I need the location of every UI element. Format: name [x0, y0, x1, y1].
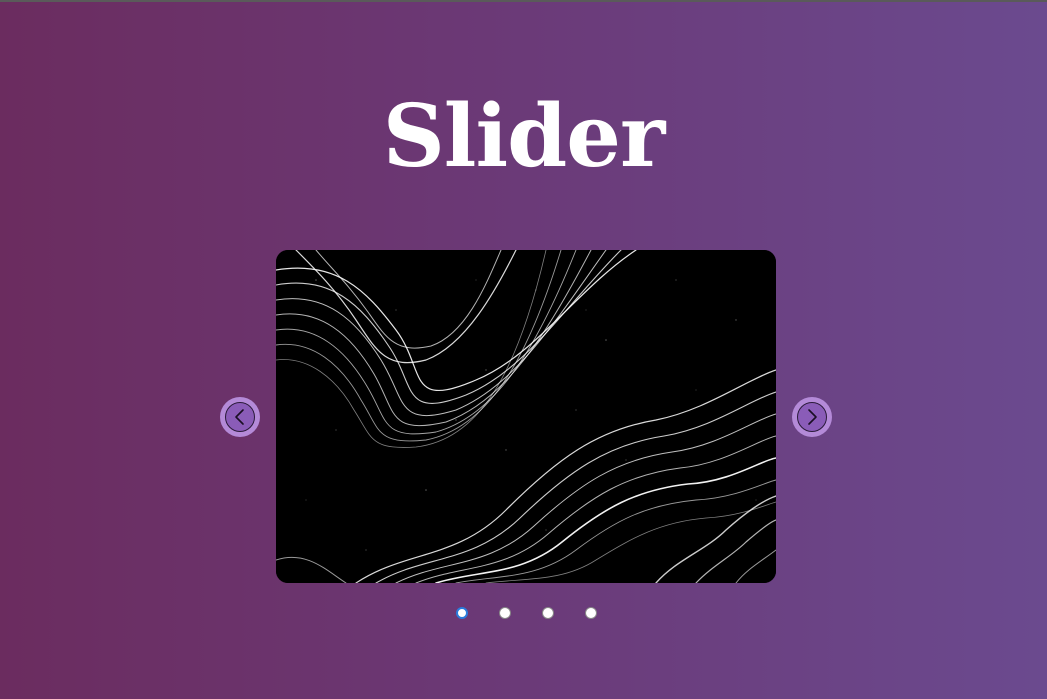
page-title: Slider	[382, 86, 666, 187]
slide-dot-4[interactable]	[585, 607, 597, 619]
slide-indicator-dots	[454, 607, 599, 621]
topographic-waves-image	[276, 250, 776, 583]
slide-image	[276, 250, 776, 583]
chevron-left-icon	[235, 409, 244, 425]
browser-top-edge	[0, 0, 1047, 2]
slide-dot-1[interactable]	[456, 607, 468, 619]
chevron-right-icon	[808, 409, 817, 425]
slide-dot-3[interactable]	[542, 607, 554, 619]
prev-slide-button[interactable]	[220, 397, 260, 437]
slide-dot-2[interactable]	[499, 607, 511, 619]
next-slide-button[interactable]	[792, 397, 832, 437]
